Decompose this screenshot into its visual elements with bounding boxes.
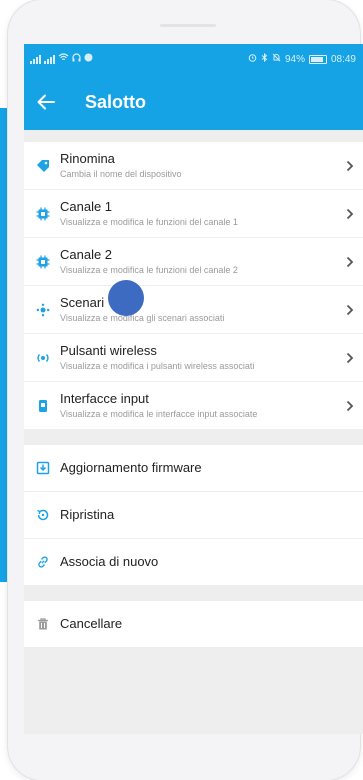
app-toolbar: Salotto <box>24 74 363 130</box>
chevron-right-icon <box>336 256 363 268</box>
section-gap <box>24 130 363 142</box>
actions-list: Aggiornamento firmware Ripristina Associ… <box>24 445 363 585</box>
chevron-right-icon <box>336 304 363 316</box>
list-item-associa-di-nuovo[interactable]: Associa di nuovo <box>24 539 363 585</box>
link-icon <box>25 555 60 569</box>
item-subtitle: Visualizza e modifica le interfacce inpu… <box>60 408 258 419</box>
list-item-interfacce-input[interactable]: Interfacce input Visualizza e modifica l… <box>24 382 363 429</box>
item-title: Ripristina <box>60 507 115 522</box>
chevron-right-icon <box>336 208 363 220</box>
restore-icon <box>25 508 60 522</box>
scene-icon <box>25 303 60 317</box>
arrow-left-icon[interactable] <box>34 90 58 114</box>
alarm-icon <box>248 53 257 65</box>
item-title: Aggiornamento firmware <box>60 460 202 475</box>
download-icon <box>25 461 60 475</box>
chip-icon <box>25 207 60 221</box>
phone-speaker <box>160 24 216 27</box>
status-bar: 94% 08:49 <box>24 44 363 74</box>
list-item-rinomina[interactable]: Rinomina Cambia il nome del dispositivo <box>24 142 363 190</box>
section-gap <box>24 429 363 445</box>
chip-icon <box>25 255 60 269</box>
item-title: Cancellare <box>60 616 123 631</box>
chevron-right-icon <box>336 400 363 412</box>
item-title: Scenari <box>60 294 105 310</box>
signal-icon <box>44 54 55 64</box>
touch-indicator <box>108 280 144 316</box>
list-item-cancellare[interactable]: Cancellare <box>24 601 363 647</box>
page-title: Salotto <box>85 91 146 112</box>
input-icon <box>25 399 60 413</box>
chevron-right-icon <box>336 352 363 364</box>
item-subtitle: Visualizza e modifica le funzioni del ca… <box>60 264 238 275</box>
item-subtitle: Visualizza e modifica i pulsanti wireles… <box>60 360 255 371</box>
wifi-icon <box>58 53 69 65</box>
item-title: Canale 1 <box>60 198 113 214</box>
item-title: Interfacce input <box>60 390 149 406</box>
headset-icon <box>72 53 81 65</box>
section-gap <box>24 585 363 601</box>
chat-icon <box>84 53 93 65</box>
battery-icon <box>308 54 327 64</box>
item-subtitle: Cambia il nome del dispositivo <box>60 168 182 179</box>
list-item-ripristina[interactable]: Ripristina <box>24 492 363 539</box>
signal-icon <box>30 54 41 64</box>
app-screen: 94% 08:49 Salotto Rinomina Cambia il nom… <box>24 44 363 734</box>
item-title: Rinomina <box>60 150 115 166</box>
item-title: Associa di nuovo <box>60 554 159 569</box>
mute-icon <box>272 53 281 65</box>
item-title: Canale 2 <box>60 246 113 262</box>
delete-section: Cancellare <box>24 601 363 647</box>
clock: 08:49 <box>330 53 356 65</box>
item-title: Pulsanti wireless <box>60 342 157 358</box>
chevron-right-icon <box>336 160 363 172</box>
phone-chin <box>8 734 360 780</box>
trash-icon <box>25 617 60 631</box>
phone-frame: 94% 08:49 Salotto Rinomina Cambia il nom… <box>8 0 363 780</box>
bluetooth-icon <box>261 52 268 65</box>
list-item-pulsanti-wireless[interactable]: Pulsanti wireless Visualizza e modifica … <box>24 334 363 382</box>
list-item-aggiornamento-firmware[interactable]: Aggiornamento firmware <box>24 445 363 492</box>
battery-percent: 94% <box>284 53 305 65</box>
item-subtitle: Visualizza e modifica gli scenari associ… <box>60 312 225 323</box>
list-item-scenari[interactable]: Scenari Visualizza e modifica gli scenar… <box>24 286 363 334</box>
device-settings-list: Rinomina Cambia il nome del dispositivo … <box>24 142 363 429</box>
item-subtitle: Visualizza e modifica le funzioni del ca… <box>60 216 238 227</box>
list-item-canale-1[interactable]: Canale 1 Visualizza e modifica le funzio… <box>24 190 363 238</box>
list-item-canale-2[interactable]: Canale 2 Visualizza e modifica le funzio… <box>24 238 363 286</box>
tag-icon <box>25 159 60 173</box>
wireless-icon <box>25 351 60 365</box>
